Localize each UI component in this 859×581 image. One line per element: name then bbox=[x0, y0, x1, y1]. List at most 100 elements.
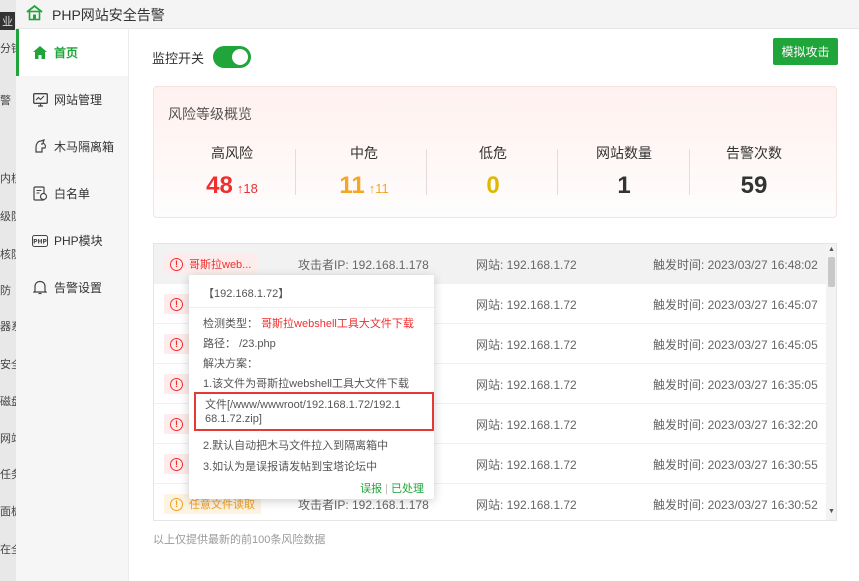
toggle-knob bbox=[232, 49, 249, 65]
sidebar-item-label: 木马隔离箱 bbox=[54, 140, 115, 154]
popup-detection-type: 检测类型： 哥斯拉webshell工具大文件下载 bbox=[203, 315, 414, 331]
background-fragment: 在全 bbox=[0, 544, 16, 556]
popup-step-2: 2.默认自动把木马文件拉入到隔离箱中 bbox=[203, 440, 389, 452]
sidebar-item-label: PHP模块 bbox=[54, 234, 103, 248]
stat-high-risk: 高风险 48 ↑18 bbox=[188, 143, 276, 203]
stat-medium-risk: 中危 11 ↑11 bbox=[320, 143, 408, 203]
background-fragment: 分钟 bbox=[0, 43, 16, 55]
site-address: 网站: 192.168.1.72 bbox=[476, 258, 577, 272]
background-fragment: 面板 bbox=[0, 506, 16, 518]
background-fragment: 防 bbox=[0, 285, 11, 297]
popup-path-label: 路径： bbox=[203, 338, 236, 350]
false-positive-link[interactable]: 误报 bbox=[360, 483, 382, 495]
stat-delta: ↑11 bbox=[368, 181, 389, 196]
background-fragment: 警 bbox=[0, 95, 11, 107]
attacker-ip: 攻击者IP: 192.168.1.178 bbox=[298, 258, 429, 272]
stat-value: 48 ↑18 bbox=[188, 172, 276, 203]
trigger-time: 触发时间: 2023/03/27 16:30:55 bbox=[653, 458, 818, 472]
monitor-switch-label: 监控开关 bbox=[152, 50, 205, 66]
stat-value: 11 ↑11 bbox=[320, 172, 408, 203]
sidebar-item-php-module[interactable]: PHP PHP模块 bbox=[16, 217, 128, 264]
sidebar-item-site-management[interactable]: 网站管理 bbox=[16, 76, 128, 123]
sidebar-item-home[interactable]: 首页 bbox=[16, 29, 128, 76]
site-address: 网站: 192.168.1.72 bbox=[476, 418, 577, 432]
site-address: 网站: 192.168.1.72 bbox=[476, 338, 577, 352]
stat-value: 0 bbox=[486, 172, 500, 199]
stat-label: 网站数量 bbox=[596, 145, 652, 161]
background-fragment: 任务 bbox=[0, 469, 16, 481]
sidebar-item-whitelist[interactable]: 白名单 bbox=[16, 170, 128, 217]
handled-link[interactable]: 已处理 bbox=[391, 483, 424, 495]
sidebar-item-label: 首页 bbox=[54, 46, 79, 60]
sidebar-item-label: 网站管理 bbox=[54, 93, 103, 107]
stat-divider bbox=[689, 149, 690, 195]
background-app-strip: 业 分钟 警 内核 级防 核防 防 器系 安全 磁盘 网站 任务 面板 在全 bbox=[0, 0, 16, 581]
scroll-thumb[interactable] bbox=[828, 257, 835, 287]
background-fragment: 级防 bbox=[0, 211, 16, 223]
site-address: 网站: 192.168.1.72 bbox=[476, 378, 577, 392]
trigger-time: 触发时间: 2023/03/27 16:30:52 bbox=[653, 498, 818, 512]
stat-label: 低危 bbox=[479, 145, 507, 161]
popup-divider bbox=[189, 307, 434, 308]
site-address: 网站: 192.168.1.72 bbox=[476, 458, 577, 472]
simulate-attack-button[interactable]: 模拟攻击 bbox=[773, 38, 838, 65]
popup-path-value: /23.php bbox=[239, 338, 276, 350]
monitor-icon bbox=[32, 92, 48, 108]
background-fragment: 磁盘 bbox=[0, 396, 16, 408]
stat-delta: ↑18 bbox=[236, 181, 258, 196]
background-fragment: 内核 bbox=[0, 173, 16, 185]
trojan-icon bbox=[32, 139, 48, 155]
stat-divider bbox=[295, 149, 296, 195]
sidebar-item-label: 告警设置 bbox=[54, 281, 103, 295]
stat-divider bbox=[426, 149, 427, 195]
stat-label: 中危 bbox=[350, 145, 378, 161]
popup-step-1: 1.该文件为哥斯拉webshell工具大文件下载 bbox=[203, 378, 409, 390]
list-footnote: 以上仅提供最新的前100条风险数据 bbox=[153, 534, 326, 546]
site-address: 网站: 192.168.1.72 bbox=[476, 298, 577, 312]
background-fragment: 网站 bbox=[0, 433, 16, 445]
list-scrollbar[interactable]: ▲ ▼ bbox=[826, 244, 836, 520]
popup-type-label: 检测类型： bbox=[203, 318, 258, 330]
warning-icon: ! bbox=[170, 377, 183, 391]
home-icon bbox=[32, 45, 48, 61]
scroll-down-arrow-icon[interactable]: ▼ bbox=[828, 508, 835, 515]
background-fragment: 安全 bbox=[0, 359, 16, 371]
background-fragment: 业 bbox=[0, 12, 15, 30]
title-bar: PHP网站安全告警 bbox=[16, 0, 859, 29]
risk-tag-label: 哥斯拉web... bbox=[189, 259, 252, 271]
stat-number: 11 bbox=[339, 172, 365, 199]
alert-detail-popup: 【192.168.1.72】 检测类型： 哥斯拉webshell工具大文件下载 … bbox=[189, 275, 434, 499]
sidebar-item-alert-settings[interactable]: 告警设置 bbox=[16, 264, 128, 311]
scroll-up-arrow-icon[interactable]: ▲ bbox=[828, 246, 835, 253]
popup-solution-label: 解决方案： bbox=[203, 358, 258, 370]
svg-text:PHP: PHP bbox=[33, 238, 47, 245]
sidebar-item-trojan-quarantine[interactable]: 木马隔离箱 bbox=[16, 123, 128, 170]
trigger-time: 触发时间: 2023/03/27 16:35:05 bbox=[653, 378, 818, 392]
popup-step-3: 3.如认为是误报请发帖到宝塔论坛中 bbox=[203, 461, 378, 473]
window-title: PHP网站安全告警 bbox=[52, 7, 165, 23]
stat-low-risk: 低危 0 bbox=[449, 143, 537, 200]
warning-icon: ! bbox=[170, 417, 183, 431]
warning-icon: ! bbox=[170, 257, 183, 271]
warning-icon: ! bbox=[170, 457, 183, 471]
bell-icon bbox=[32, 280, 48, 296]
popup-path: 路径： /23.php bbox=[203, 335, 276, 351]
risk-tag[interactable]: ! 哥斯拉web... bbox=[164, 254, 258, 274]
popup-type-value: 哥斯拉webshell工具大文件下载 bbox=[261, 318, 414, 330]
popup-site-header: 【192.168.1.72】 bbox=[203, 288, 290, 300]
trigger-time: 触发时间: 2023/03/27 16:45:05 bbox=[653, 338, 818, 352]
warning-icon: ! bbox=[170, 497, 183, 511]
sidebar-item-label: 白名单 bbox=[54, 187, 91, 201]
popup-file-line: 68.1.72.zip] bbox=[205, 413, 262, 425]
trigger-time: 触发时间: 2023/03/27 16:48:02 bbox=[653, 258, 818, 272]
trigger-time: 触发时间: 2023/03/27 16:32:20 bbox=[653, 418, 818, 432]
background-fragment: 器系 bbox=[0, 321, 16, 333]
stat-value: 1 bbox=[617, 172, 631, 199]
stat-number: 48 bbox=[206, 172, 233, 199]
stat-alert-count: 告警次数 59 bbox=[710, 143, 798, 200]
monitor-toggle[interactable] bbox=[213, 46, 252, 68]
link-separator: | bbox=[385, 483, 388, 495]
popup-actions: 误报 | 已处理 bbox=[360, 480, 424, 496]
popup-file-highlight-box: 文件[/www/wwwroot/192.168.1.72/192.1 68.1.… bbox=[194, 392, 434, 431]
warning-icon: ! bbox=[170, 337, 183, 351]
